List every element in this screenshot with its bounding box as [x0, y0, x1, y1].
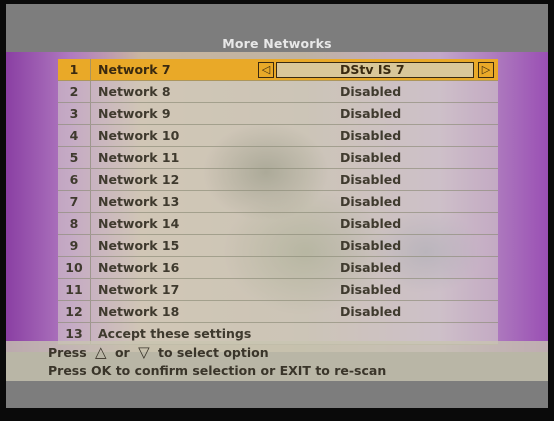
row-name: Network 12 — [98, 172, 180, 187]
row-value: Disabled — [340, 260, 402, 275]
row-value: Disabled — [340, 304, 402, 319]
row-value: Disabled — [340, 282, 402, 297]
menu-row-5[interactable]: 5 Network 11 Disabled — [58, 147, 498, 169]
row-value: Disabled — [340, 172, 402, 187]
row-name: Network 18 — [98, 304, 180, 319]
row-number: 11 — [58, 279, 91, 300]
row-number: 8 — [58, 213, 91, 234]
menu-row-9[interactable]: 9 Network 15 Disabled — [58, 235, 498, 257]
menu-row-11[interactable]: 11 Network 17 Disabled — [58, 279, 498, 301]
row-value: Disabled — [340, 194, 402, 209]
row-value: Disabled — [340, 106, 402, 121]
menu-row-6[interactable]: 6 Network 12 Disabled — [58, 169, 498, 191]
row-number: 4 — [58, 125, 91, 146]
row-number: 7 — [58, 191, 91, 212]
menu-row-2[interactable]: 2 Network 8 Disabled — [58, 81, 498, 103]
row-value: Disabled — [340, 128, 402, 143]
up-triangle-icon: △ — [95, 343, 107, 361]
menu-row-3[interactable]: 3 Network 9 Disabled — [58, 103, 498, 125]
network-menu: 1 Network 7 ◁ DStv IS 7 ▷ 2 Network 8 Di… — [58, 59, 498, 345]
right-arrow-icon[interactable]: ▷ — [478, 62, 494, 78]
row-name: Network 13 — [98, 194, 180, 209]
row-number: 6 — [58, 169, 91, 190]
row-value: DStv IS 7 — [340, 62, 405, 77]
row-name: Network 7 — [98, 62, 171, 77]
page-title: More Networks — [222, 36, 332, 51]
navigation-hint: Press △ or ▽ to select option — [48, 343, 269, 361]
row-number: 5 — [58, 147, 91, 168]
row-name: Network 10 — [98, 128, 180, 143]
row-value: Disabled — [340, 216, 402, 231]
row-number: 1 — [58, 59, 91, 80]
row-name: Network 15 — [98, 238, 180, 253]
row-name: Network 9 — [98, 106, 171, 121]
row-value: Disabled — [340, 238, 402, 253]
menu-row-4[interactable]: 4 Network 10 Disabled — [58, 125, 498, 147]
down-triangle-icon: ▽ — [138, 343, 150, 361]
tv-screen: More Networks 1 Network 7 ◁ DStv IS 7 ▷ … — [6, 4, 548, 408]
menu-row-10[interactable]: 10 Network 16 Disabled — [58, 257, 498, 279]
row-number: 10 — [58, 257, 91, 278]
row-name: Network 14 — [98, 216, 180, 231]
menu-row-8[interactable]: 8 Network 14 Disabled — [58, 213, 498, 235]
row-name: Network 17 — [98, 282, 180, 297]
row-number: 3 — [58, 103, 91, 124]
help-footer: Press △ or ▽ to select option Press OK t… — [6, 341, 548, 381]
row-name: Network 11 — [98, 150, 180, 165]
row-value: Disabled — [340, 84, 402, 99]
row-number: 9 — [58, 235, 91, 256]
left-arrow-icon[interactable]: ◁ — [258, 62, 274, 78]
menu-row-1[interactable]: 1 Network 7 ◁ DStv IS 7 ▷ — [58, 59, 498, 81]
row-number: 12 — [58, 301, 91, 322]
menu-row-12[interactable]: 12 Network 18 Disabled — [58, 301, 498, 323]
row-name: Network 8 — [98, 84, 171, 99]
confirm-hint: Press OK to confirm selection or EXIT to… — [48, 363, 387, 378]
row-number: 2 — [58, 81, 91, 102]
row-value: Disabled — [340, 150, 402, 165]
menu-row-7[interactable]: 7 Network 13 Disabled — [58, 191, 498, 213]
row-name: Network 16 — [98, 260, 180, 275]
